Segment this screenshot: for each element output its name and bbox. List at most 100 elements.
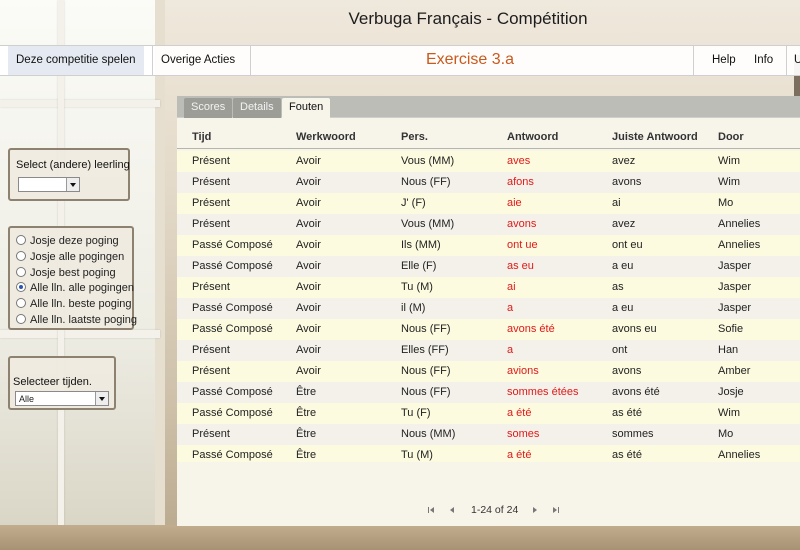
cell-verb: Avoir xyxy=(296,176,321,188)
cell-correct-answer: avons xyxy=(612,365,642,377)
student-select-panel: Select (andere) leerling xyxy=(8,148,130,201)
app-title: Verbuga Français - Compétition xyxy=(348,9,588,28)
table-row[interactable]: Présent Avoir J' (F) aie ai Mo xyxy=(177,193,800,214)
radio-button[interactable] xyxy=(16,298,26,308)
column-header-tense[interactable]: Tijd xyxy=(192,131,211,143)
cell-answer: avions xyxy=(507,365,539,377)
table-row[interactable]: Passé Composé Être Tu (M) a été as été Anneli… xyxy=(177,445,800,462)
radio-button[interactable] xyxy=(16,314,26,324)
cell-answer: avons xyxy=(507,218,537,230)
cell-correct-answer: ont xyxy=(612,344,628,356)
cell-person: Nous (FF) xyxy=(401,365,451,377)
cell-correct-answer: avons été xyxy=(612,386,660,398)
cell-tense: Présent xyxy=(192,344,230,356)
column-header-verb[interactable]: Werkwoord xyxy=(296,131,356,143)
other-actions-menu[interactable]: Overige Acties xyxy=(153,46,243,75)
cell-person: il (M) xyxy=(401,302,426,314)
cell-by: Sofie xyxy=(718,323,744,335)
radio-button[interactable] xyxy=(16,251,26,261)
cell-by: Wim xyxy=(718,155,740,167)
cell-by: Jasper xyxy=(718,281,752,293)
table-row[interactable]: Passé Composé Être Tu (F) a été as été Wim xyxy=(177,403,800,424)
cell-tense: Présent xyxy=(192,218,230,230)
table-row[interactable]: Passé Composé Avoir Ils (MM) ont ue ont eu An… xyxy=(177,235,800,256)
cell-correct-answer: as xyxy=(612,281,624,293)
radio-all-students-best-attempt[interactable]: Alle lln. beste poging xyxy=(16,296,132,312)
next-page-icon[interactable] xyxy=(531,506,540,515)
cell-person: J' (F) xyxy=(401,197,426,209)
column-header-by[interactable]: Door xyxy=(718,131,744,143)
logout-button[interactable]: Ui xyxy=(786,46,800,75)
radio-label: Josje best poging xyxy=(30,267,116,279)
cell-answer: a été xyxy=(507,449,532,461)
tense-select-dropdown[interactable]: Alle xyxy=(15,391,109,406)
cell-verb: Avoir xyxy=(296,197,321,209)
chevron-down-icon[interactable] xyxy=(95,392,108,405)
table-row[interactable]: Passé Composé Avoir Nous (FF) avons été avon… xyxy=(177,319,800,340)
cell-answer: afons xyxy=(507,176,534,188)
first-page-icon[interactable] xyxy=(427,506,436,515)
radio-label: Alle lln. beste poging xyxy=(30,298,132,310)
cell-person: Nous (FF) xyxy=(401,386,451,398)
cell-tense: Passé Composé xyxy=(192,323,273,335)
cell-by: Amber xyxy=(718,365,751,377)
cell-answer: ai xyxy=(507,281,516,293)
cell-answer: as eu xyxy=(507,260,534,272)
table-row[interactable]: Passé Composé Avoir Elle (F) as eu a eu Jaspe… xyxy=(177,256,800,277)
table-row[interactable]: Présent Avoir Nous (FF) afons avons Wim xyxy=(177,172,800,193)
cell-answer: avons été xyxy=(507,323,555,335)
tense-select-value: Alle xyxy=(19,394,35,404)
cell-tense: Présent xyxy=(192,176,230,188)
cell-verb: Avoir xyxy=(296,302,321,314)
cell-verb: Avoir xyxy=(296,323,321,335)
cell-answer: aie xyxy=(507,197,522,209)
cell-tense: Passé Composé xyxy=(192,302,273,314)
radio-all-students-all-attempts[interactable]: Alle lln. alle pogingen xyxy=(16,280,134,296)
cell-tense: Présent xyxy=(192,197,230,209)
info-button[interactable]: Info xyxy=(746,46,781,75)
radio-josje-this-attempt[interactable]: Josje deze poging xyxy=(16,233,119,249)
table-row[interactable]: Présent Avoir Elles (FF) a ont Han xyxy=(177,340,800,361)
cell-by: Josje xyxy=(718,386,744,398)
attempt-filter-panel: Josje deze poging Josje alle pogingen Jo… xyxy=(8,226,137,330)
cell-by: Annelies xyxy=(718,239,761,251)
radio-josje-best-attempt[interactable]: Josje best poging xyxy=(16,265,116,281)
column-header-correct-answer[interactable]: Juiste Antwoord xyxy=(612,131,698,143)
tab-fouten[interactable]: Fouten xyxy=(282,98,331,119)
results-panel: Scores Details Fouten Tijd Werkwoord Per… xyxy=(177,96,800,526)
last-page-icon[interactable] xyxy=(551,506,560,515)
cell-answer: a xyxy=(507,344,514,356)
column-header-person[interactable]: Pers. xyxy=(401,131,428,143)
student-select-dropdown[interactable] xyxy=(18,177,80,192)
cell-by: Mo xyxy=(718,197,734,209)
radio-josje-all-attempts[interactable]: Josje alle pogingen xyxy=(16,249,124,265)
radio-button[interactable] xyxy=(16,267,26,277)
table-row[interactable]: Présent Avoir Nous (FF) avions avons Amber xyxy=(177,361,800,382)
chevron-down-icon[interactable] xyxy=(66,178,79,191)
tense-select-label: Selecteer tijden. xyxy=(13,376,92,388)
cell-person: Elles (FF) xyxy=(401,344,449,356)
toolbar: Deze competitie spelen Overige Acties Ex… xyxy=(0,45,800,76)
table-row[interactable]: Présent Être Nous (MM) somes sommes Mo xyxy=(177,424,800,445)
radio-all-students-last-attempt[interactable]: Alle lln. laatste poging xyxy=(16,312,137,328)
radio-button[interactable] xyxy=(16,235,26,245)
table-row[interactable]: Passé Composé Avoir il (M) a a eu Jasper xyxy=(177,298,800,319)
cell-by: Wim xyxy=(718,176,740,188)
window-bar xyxy=(0,100,160,107)
previous-page-icon[interactable] xyxy=(447,506,456,515)
cell-answer: ont ue xyxy=(507,239,538,251)
tab-details[interactable]: Details xyxy=(233,98,281,118)
cell-tense: Passé Composé xyxy=(192,239,273,251)
table-row[interactable]: Présent Avoir Vous (MM) aves avez Wim xyxy=(177,151,800,172)
cell-by: Mo xyxy=(718,428,734,440)
table-row[interactable]: Présent Avoir Vous (MM) avons avez Annelies xyxy=(177,214,800,235)
column-header-answer[interactable]: Antwoord xyxy=(507,131,558,143)
table-row[interactable]: Passé Composé Être Nous (FF) sommes étées av… xyxy=(177,382,800,403)
table-row[interactable]: Présent Avoir Tu (M) ai as Jasper xyxy=(177,277,800,298)
play-competition-button[interactable]: Deze competitie spelen xyxy=(8,46,144,75)
cell-tense: Passé Composé xyxy=(192,260,273,272)
tab-scores[interactable]: Scores xyxy=(184,98,233,118)
help-button[interactable]: Help xyxy=(704,46,744,75)
cell-correct-answer: avons xyxy=(612,176,642,188)
radio-button-checked[interactable] xyxy=(16,282,26,292)
